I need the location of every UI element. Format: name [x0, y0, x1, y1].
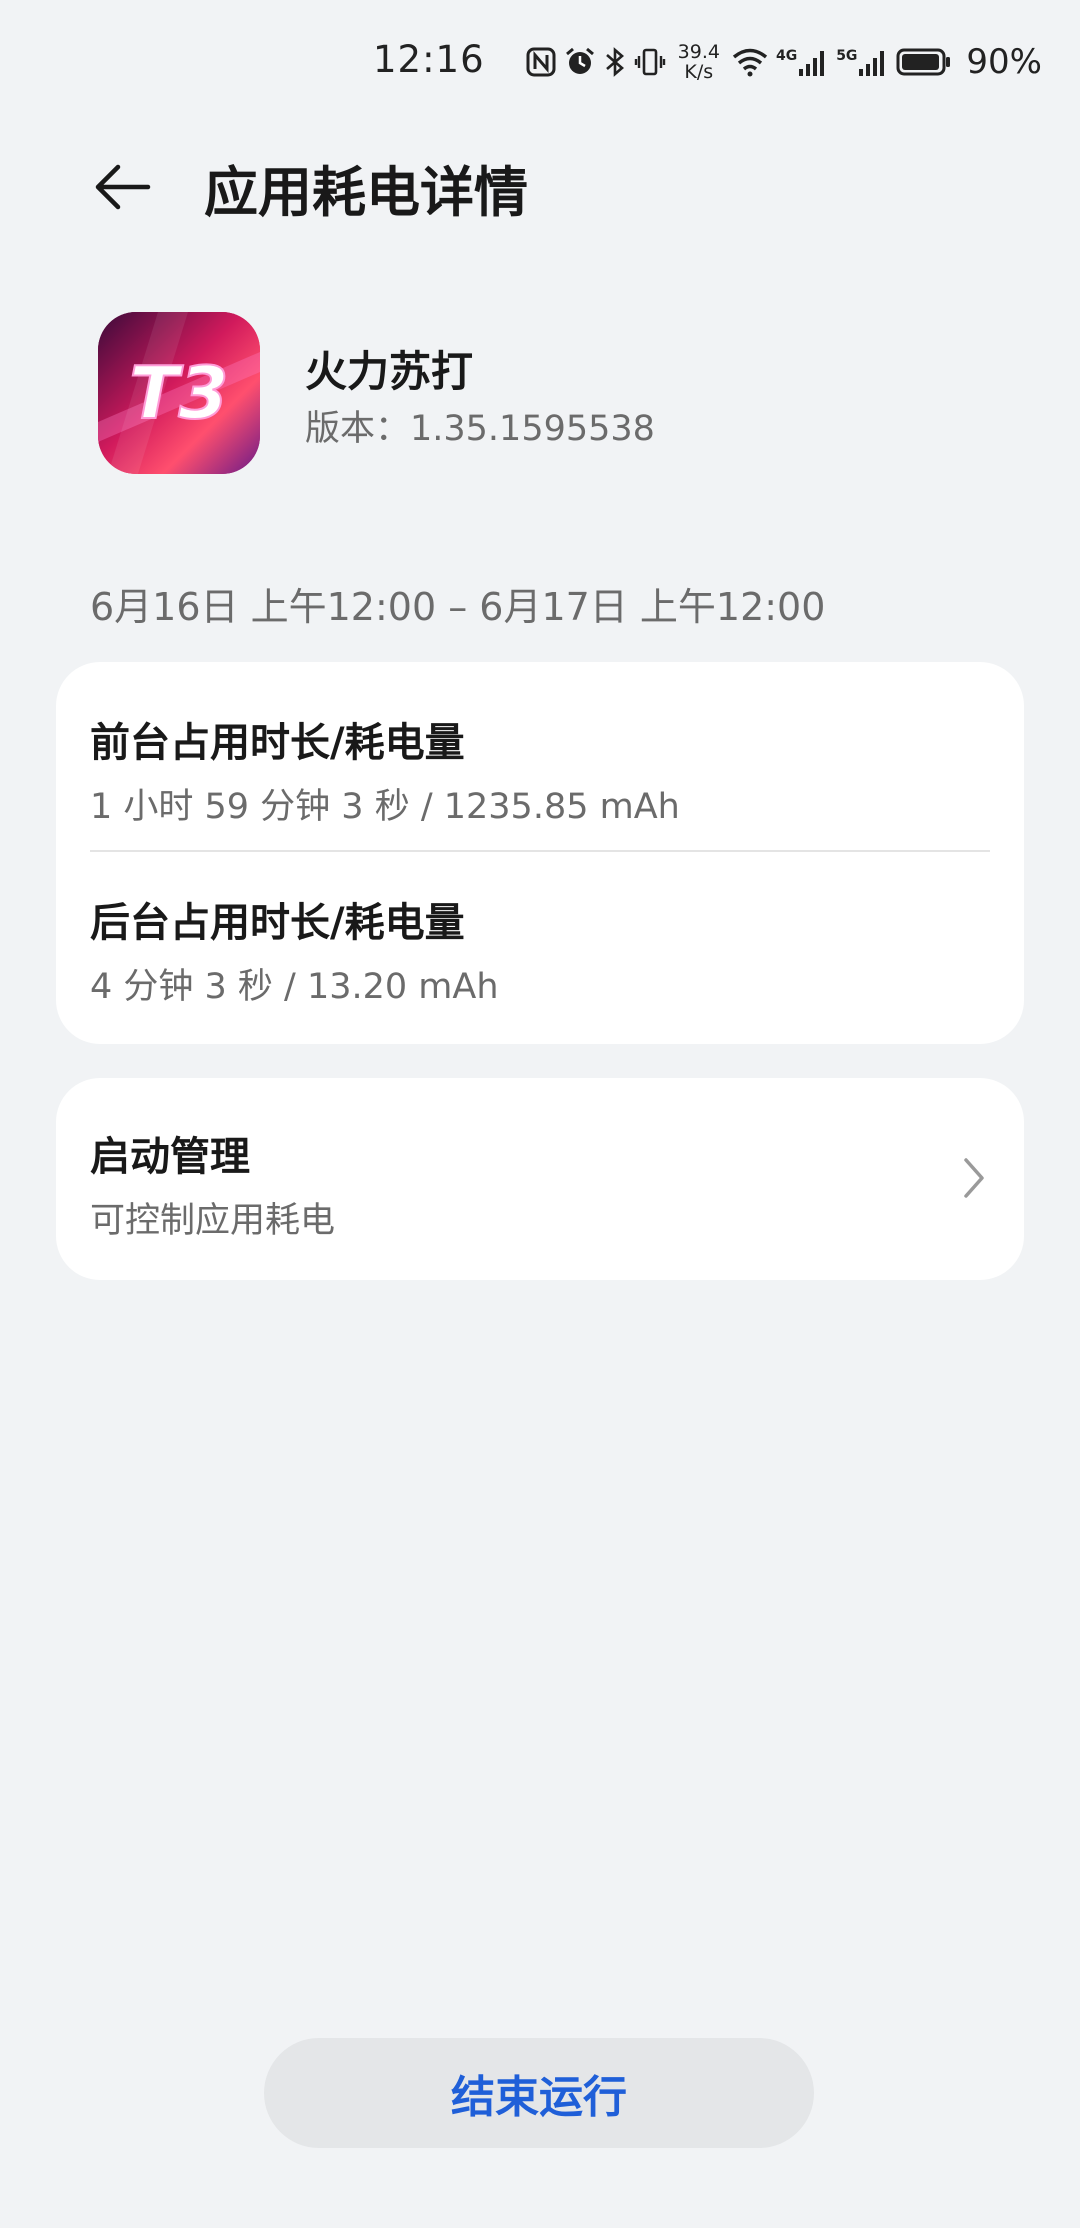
foreground-usage-title: 前台占用时长/耗电量: [90, 720, 465, 766]
foreground-usage-value: 1 小时 59 分钟 3 秒 / 1235.85 mAh: [90, 787, 680, 827]
signal-4g-tag: 4G: [775, 48, 798, 64]
header: 应用耗电详情: [0, 126, 1080, 236]
signal-5g-tag: 5G: [836, 48, 858, 64]
startup-management-item[interactable]: 启动管理 可控制应用耗电: [56, 1078, 1024, 1280]
network-speed-value: 39.4: [677, 41, 720, 63]
alarm-icon: [564, 46, 596, 78]
foreground-usage-row: 前台占用时长/耗电量 1 小时 59 分钟 3 秒 / 1235.85 mAh: [90, 710, 990, 829]
signal-4g-icon: 4G: [776, 47, 828, 77]
app-info: T3 火力苏打 版本：1.35.1595538: [98, 312, 998, 476]
app-name: 火力苏打: [305, 347, 474, 396]
nfc-icon: [526, 47, 556, 77]
app-icon: T3: [98, 312, 260, 474]
startup-management-title: 启动管理: [90, 1134, 250, 1180]
background-usage-row: 后台占用时长/耗电量 4 分钟 3 秒 / 13.20 mAh: [90, 890, 990, 1009]
app-version: 版本：1.35.1595538: [305, 409, 655, 449]
arrow-left-icon: [95, 164, 151, 210]
usage-card: 前台占用时长/耗电量 1 小时 59 分钟 3 秒 / 1235.85 mAh …: [56, 662, 1024, 1044]
end-process-button[interactable]: 结束运行: [264, 2038, 814, 2148]
divider: [90, 850, 990, 852]
background-usage-title: 后台占用时长/耗电量: [90, 900, 465, 946]
network-speed-unit: K/s: [684, 61, 714, 83]
startup-management-text: 启动管理 可控制应用耗电: [90, 1124, 990, 1243]
status-icons: 39.4 K/s 4G 5G 90%: [526, 36, 1042, 88]
network-speed: 39.4 K/s: [678, 42, 720, 82]
signal-5g-icon: 5G: [836, 47, 888, 77]
background-usage-value: 4 分钟 3 秒 / 13.20 mAh: [90, 967, 499, 1007]
status-time: 12:16: [373, 38, 485, 81]
app-icon-logo-text: T3: [129, 351, 228, 435]
vibrate-icon: [634, 46, 666, 78]
date-range: 6月16日 上午12:00 – 6月17日 上午12:00: [90, 585, 826, 629]
page-title: 应用耗电详情: [204, 161, 528, 224]
bluetooth-icon: [604, 46, 626, 78]
startup-management-subtitle: 可控制应用耗电: [90, 1201, 336, 1241]
battery-percent: 90%: [966, 42, 1042, 82]
back-button[interactable]: [82, 152, 162, 222]
battery-icon: [896, 47, 952, 77]
wifi-icon: [732, 47, 768, 77]
chevron-right-icon: [960, 1154, 988, 1202]
status-bar: 12:16 39.4 K/s 4G 5G 90%: [0, 0, 1080, 126]
